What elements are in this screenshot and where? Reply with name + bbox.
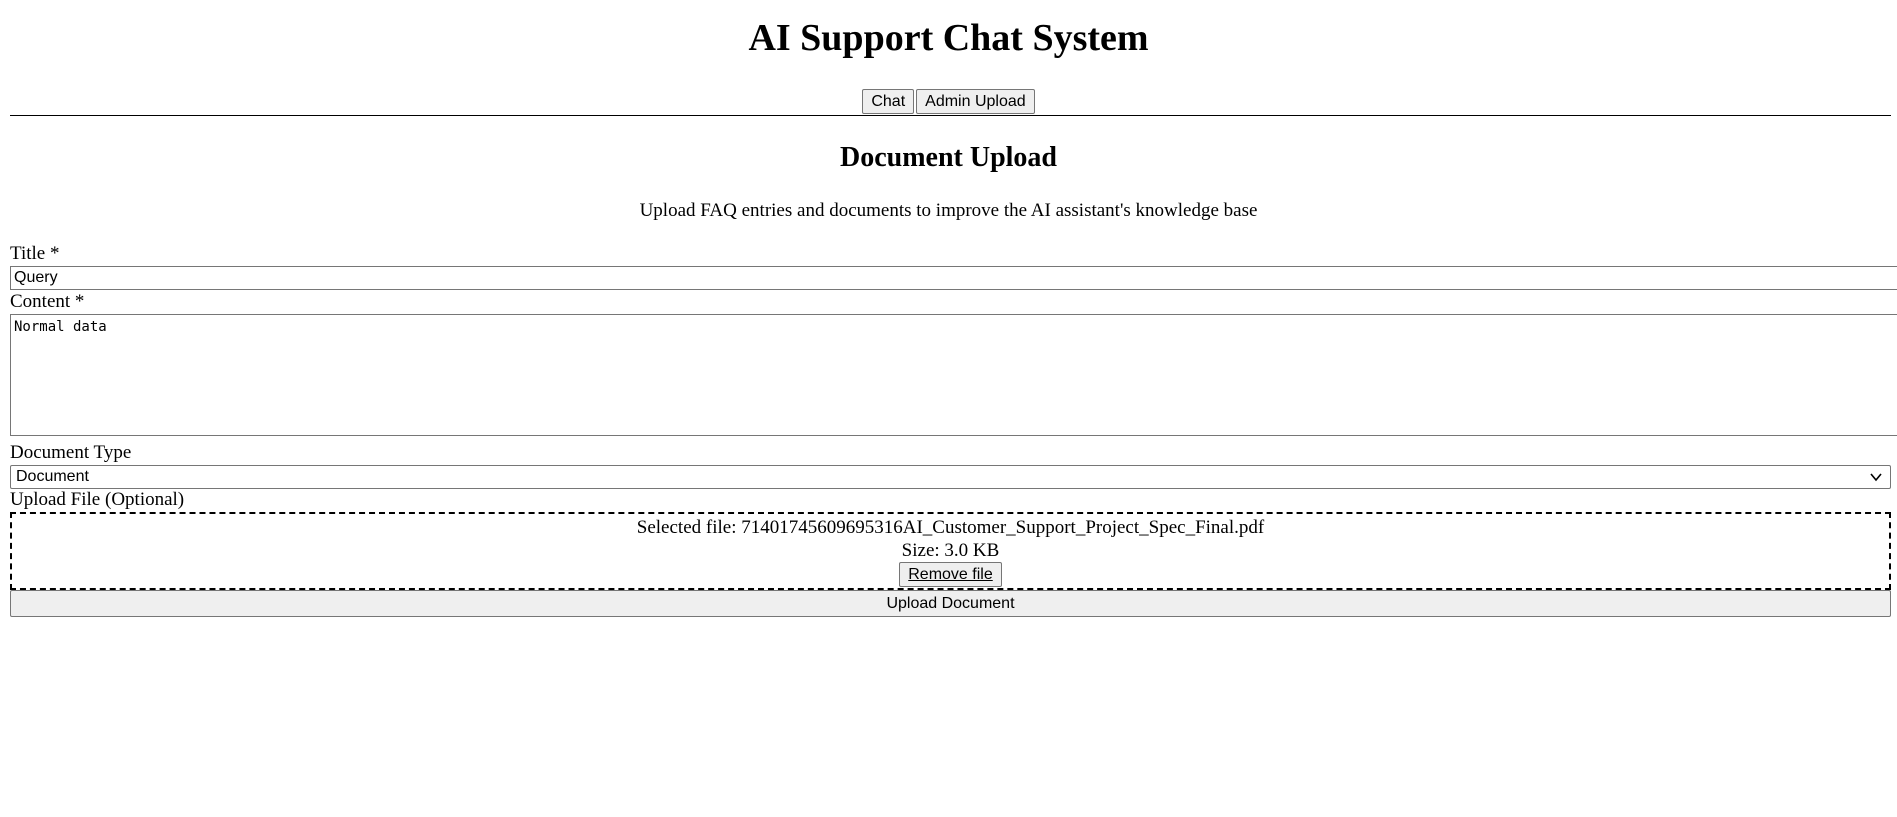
upload-document-button[interactable]: Upload Document [10,590,1891,617]
chevron-down-icon [1870,473,1882,482]
upload-form: Title * Content * Normal data Document T… [10,242,1897,617]
document-type-label: Document Type [10,442,132,463]
chat-nav-button[interactable]: Chat [862,89,915,114]
upload-file-label: Upload File (Optional) [10,489,185,510]
section-title: Document Upload [839,142,1057,173]
title-label: Title * [10,243,60,264]
document-type-select[interactable]: Document [10,465,1891,489]
document-type-selected-value: Document [16,468,89,485]
content-label: Content * [10,291,85,312]
admin-upload-nav-button[interactable]: Admin Upload [916,89,1035,114]
nav-bar: Chat Admin Upload [0,89,1897,114]
title-input[interactable] [10,266,1897,290]
section-description: Upload FAQ entries and documents to impr… [639,200,1258,221]
remove-file-button[interactable]: Remove file [899,562,1002,587]
file-dropzone[interactable]: Selected file: 71401745609695316AI_Custo… [10,512,1891,590]
file-size: Size: 3.0 KB [901,540,1000,561]
app-title: AI Support Chat System [748,17,1149,59]
selected-file-name: Selected file: 71401745609695316AI_Custo… [636,517,1265,538]
content-textarea[interactable]: Normal data [10,314,1897,436]
header-divider [10,115,1891,116]
